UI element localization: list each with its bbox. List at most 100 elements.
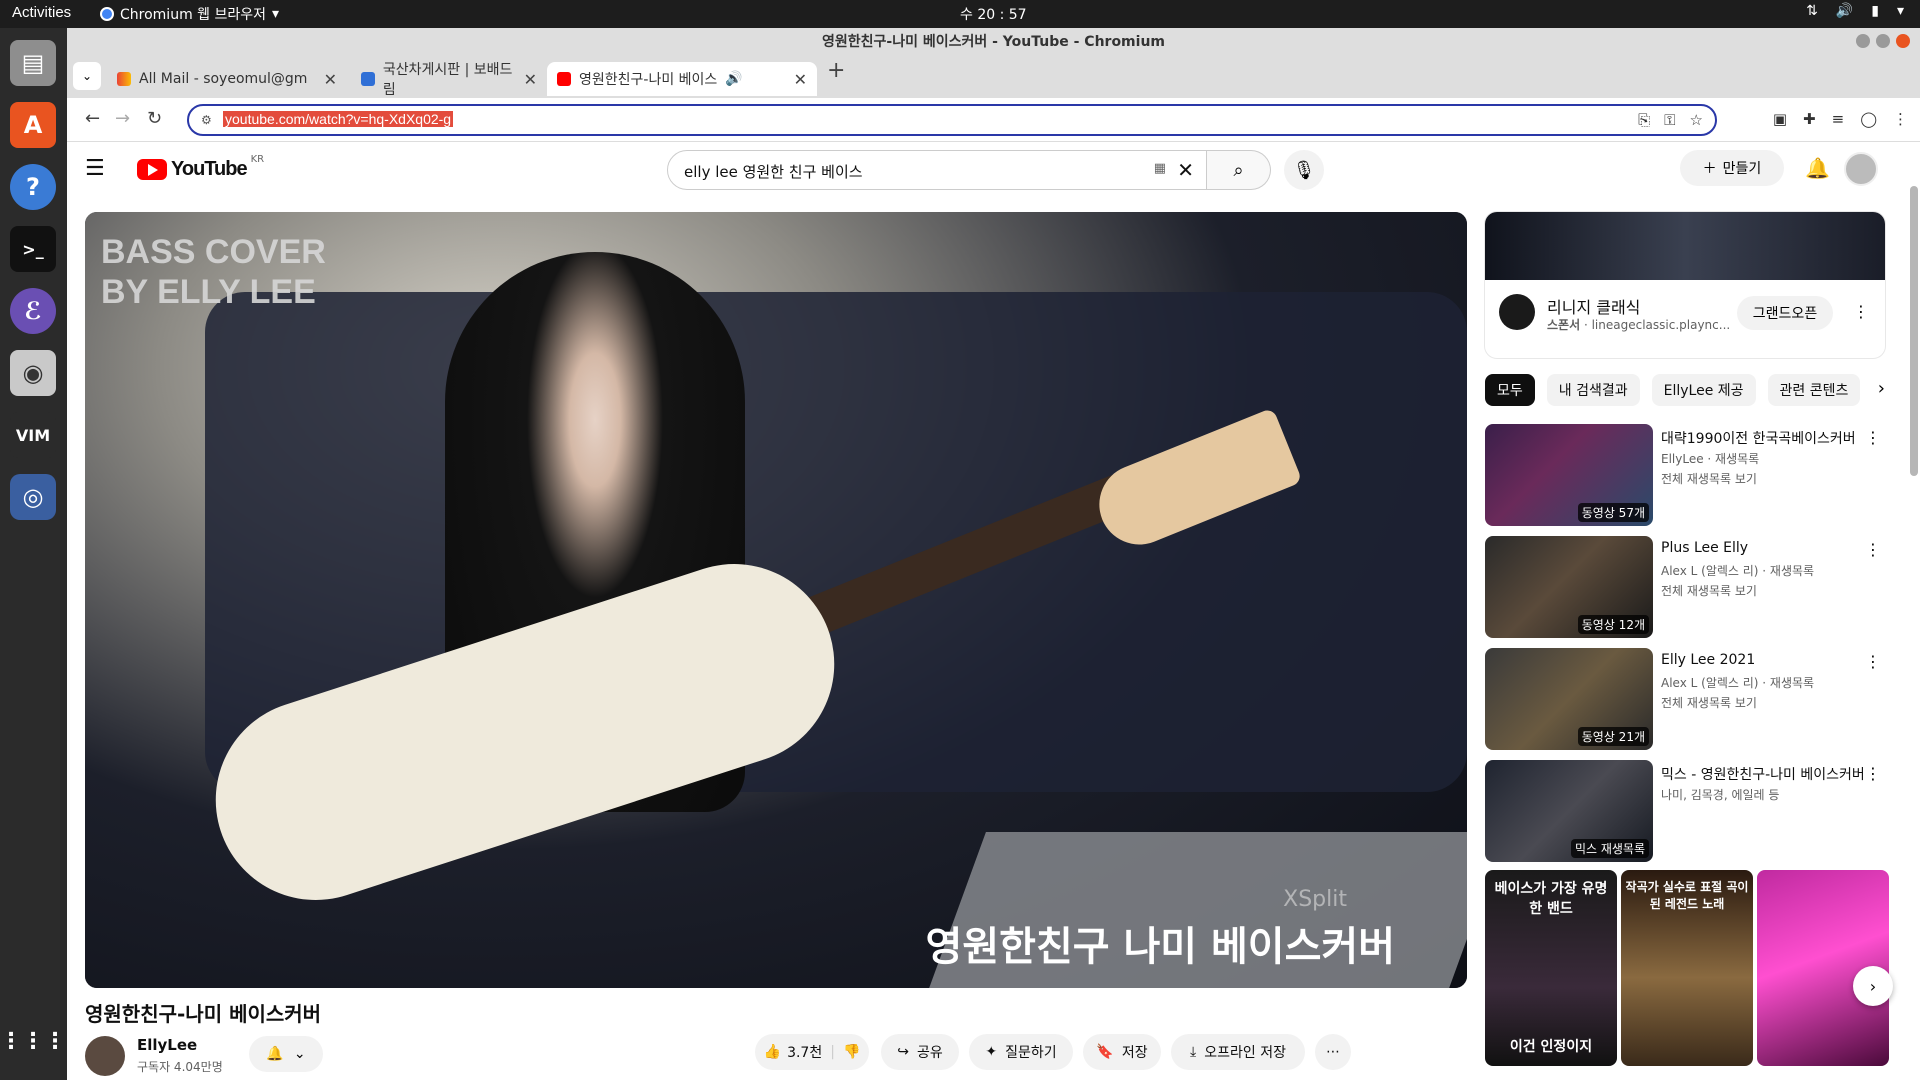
minimize-button[interactable] [1856, 34, 1870, 48]
chevron-right-icon: › [1869, 976, 1877, 996]
video-player[interactable]: BASS COVER BY ELLY LEE XSplit 영원한친구 나미 베… [85, 212, 1467, 988]
files-icon[interactable]: ▤ [10, 40, 56, 86]
youtube-logo[interactable]: YouTube KR [137, 154, 264, 181]
create-button[interactable]: ＋ 만들기 [1680, 150, 1784, 186]
software-store-icon[interactable]: A [10, 102, 56, 148]
download-button[interactable]: ⤓ 오프라인 저장 [1171, 1034, 1305, 1070]
chip-related[interactable]: 관련 콘텐츠 [1767, 374, 1861, 406]
recommendation-item[interactable]: 믹스 재생목록 믹스 - 영원한친구-나미 베이스커버 나미, 김목경, 에일레… [1485, 760, 1885, 864]
save-button[interactable]: 🔖 저장 [1083, 1034, 1161, 1070]
kebab-menu-icon[interactable]: ⋮ [1865, 428, 1881, 447]
ad-cta-button[interactable]: 그랜드오픈 [1737, 296, 1833, 330]
tab-bobaedream[interactable]: 국산차게시판 | 보배드림 ✕ [351, 62, 547, 98]
recommendation-title: Plus Lee Elly [1661, 540, 1749, 556]
short-item[interactable]: 베이스가 가장 유명한 밴드 이건 인정이지 [1485, 870, 1617, 1066]
site-info-icon[interactable]: ⚙ [201, 113, 212, 127]
video-count-badge: 동영상 21개 [1577, 727, 1649, 746]
audio-playing-icon[interactable]: 🔊 [725, 71, 742, 87]
chip-all[interactable]: 모두 [1485, 374, 1535, 406]
close-tab-icon[interactable]: ✕ [794, 70, 807, 89]
bookmark-star-icon[interactable]: ☆ [1690, 111, 1703, 129]
kebab-menu-icon[interactable]: ⋮ [1853, 302, 1869, 321]
terminal-icon[interactable]: >_ [10, 226, 56, 272]
kebab-menu-icon[interactable]: ⋮ [1865, 652, 1881, 671]
view-full-playlist[interactable]: 전체 재생목록 보기 [1661, 582, 1757, 599]
recommendation-item[interactable]: 동영상 12개 Plus Lee Elly Alex L (알렉스 리) · 재… [1485, 536, 1885, 640]
back-button[interactable]: ← [85, 108, 100, 129]
vim-icon[interactable]: VIM [10, 412, 56, 458]
close-tab-icon[interactable]: ✕ [524, 70, 537, 89]
emacs-icon[interactable]: ℰ [10, 288, 56, 334]
new-tab-button[interactable]: + [827, 58, 845, 83]
advertiser-logo [1499, 294, 1535, 330]
address-bar[interactable]: ⚙ youtube.com/watch?v=hq-XdXq02-g ⎘ ⚿ ☆ [187, 104, 1717, 136]
share-button[interactable]: ↪ 공유 [881, 1034, 959, 1070]
clock[interactable]: 수 20 : 57 [960, 4, 1027, 24]
view-full-playlist[interactable]: 전체 재생목록 보기 [1661, 694, 1757, 711]
url-text[interactable]: youtube.com/watch?v=hq-XdXq02-g [223, 111, 454, 127]
youtube-page: ☰ YouTube KR elly lee 영원한 친구 베이스 ▦ ✕ ⌕ 🎙… [67, 142, 1920, 1080]
chromium-icon[interactable]: ◎ [10, 474, 56, 520]
search-query[interactable]: elly lee 영원한 친구 베이스 [684, 161, 863, 182]
thumbs-down-icon[interactable]: 👎 [843, 1044, 860, 1060]
page-scrollbar[interactable] [1910, 186, 1918, 476]
kebab-menu-icon[interactable]: ⋮ [1893, 110, 1908, 128]
password-key-icon[interactable]: ⚿ [1664, 111, 1675, 129]
extensions-puzzle-icon[interactable]: ✚ [1803, 110, 1816, 128]
plus-icon: ＋ [1702, 161, 1717, 177]
chevron-right-icon[interactable]: › [1878, 378, 1885, 399]
browser-toolbar: ← → ↻ ⚙ youtube.com/watch?v=hq-XdXq02-g … [67, 98, 1920, 142]
view-full-playlist[interactable]: 전체 재생목록 보기 [1661, 470, 1757, 487]
media-controls-icon[interactable]: ≡ [1832, 110, 1845, 128]
short-caption-bottom: 이건 인정이지 [1509, 1039, 1593, 1055]
profile-icon[interactable]: ◯ [1860, 110, 1877, 128]
maximize-button[interactable] [1876, 34, 1890, 48]
short-caption: 베이스가 가장 유명한 밴드 [1494, 881, 1608, 917]
app-menu[interactable]: Chromium 웹 브라우저 ▾ [100, 4, 279, 24]
kebab-menu-icon[interactable]: ⋮ [1865, 764, 1881, 783]
kebab-menu-icon[interactable]: ⋮ [1865, 540, 1881, 559]
forward-button[interactable]: → [115, 108, 130, 129]
tab-gmail[interactable]: All Mail - soyeomul@gm ✕ [107, 62, 347, 96]
more-actions-button[interactable]: ⋯ [1315, 1034, 1351, 1070]
reload-button[interactable]: ↻ [147, 108, 162, 129]
notifications-bell-icon[interactable]: 🔔 [1805, 156, 1830, 180]
like-button[interactable]: 👍 3.7천 [764, 1042, 823, 1062]
install-app-icon[interactable]: ⎘ [1638, 111, 1650, 129]
short-item[interactable]: 작곡가 실수로 표절 곡이된 레전드 노래 [1621, 870, 1753, 1066]
recommendation-item[interactable]: 동영상 57개 대략1990이전 한국곡베이스커버 EllyLee · 재생목록… [1485, 424, 1885, 528]
close-tab-icon[interactable]: ✕ [324, 70, 337, 89]
video-overlay-caption: 영원한친구 나미 베이스커버 [925, 924, 1395, 970]
tab-label: All Mail - soyeomul@gm [139, 71, 308, 87]
browser-window: 영원한친구-나미 베이스커버 - YouTube - Chromium ⌄ Al… [67, 28, 1920, 1080]
video-count-badge: 동영상 12개 [1577, 615, 1649, 634]
channel-avatar[interactable] [85, 1036, 125, 1076]
terminal-extension-icon[interactable]: ▣ [1773, 110, 1787, 128]
search-button[interactable]: ⌕ [1207, 150, 1271, 190]
bookmark-icon: 🔖 [1096, 1044, 1114, 1060]
notification-preference-button[interactable]: 🔔 ⌄ [249, 1036, 323, 1072]
system-tray[interactable]: ⇅ 🔊 ▮ ▾ [1806, 3, 1904, 19]
hamburger-menu-icon[interactable]: ☰ [85, 156, 105, 181]
recommendation-item[interactable]: 동영상 21개 Elly Lee 2021 Alex L (알렉스 리) · 재… [1485, 648, 1885, 752]
keyboard-icon[interactable]: ▦ [1154, 161, 1166, 176]
sponsored-ad-card[interactable]: 리니지 클래식 스폰서 · lineageclassic.plaync... 그… [1485, 212, 1885, 358]
help-icon[interactable]: ? [10, 164, 56, 210]
tab-search-button[interactable]: ⌄ [73, 62, 101, 90]
account-avatar[interactable] [1844, 152, 1878, 186]
search-input[interactable]: elly lee 영원한 친구 베이스 ▦ ✕ [667, 150, 1207, 190]
close-window-button[interactable] [1896, 34, 1910, 48]
ask-label: 질문하기 [1005, 1045, 1057, 1061]
speaker-app-icon[interactable]: ◉ [10, 350, 56, 396]
app-grid-icon[interactable]: ⋮⋮⋮ [0, 1018, 66, 1064]
voice-search-button[interactable]: 🎙 [1284, 150, 1324, 190]
volume-icon: 🔊 [1835, 3, 1854, 19]
ask-button[interactable]: ✦ 질문하기 [969, 1034, 1073, 1070]
tab-youtube[interactable]: 영원한친구-나미 베이스 🔊 ✕ [547, 62, 817, 96]
activities-button[interactable]: Activities [12, 4, 71, 21]
channel-name[interactable]: EllyLee [137, 1036, 197, 1054]
chip-my-results[interactable]: 내 검색결과 [1546, 374, 1640, 406]
clear-search-icon[interactable]: ✕ [1177, 158, 1194, 182]
shorts-next-button[interactable]: › [1853, 966, 1893, 1006]
chip-from-channel[interactable]: EllyLee 제공 [1651, 374, 1756, 406]
